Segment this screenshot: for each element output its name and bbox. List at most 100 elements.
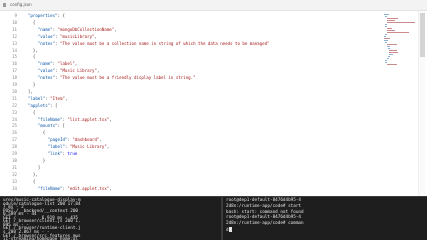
line-number: 11 (12, 26, 17, 32)
minimap-line (385, 34, 388, 35)
code-line[interactable]: 32 }, (0, 172, 380, 178)
line-number: 19 (12, 82, 17, 87)
code-line[interactable]: 27 "pageId": "dashboard", (0, 137, 380, 143)
code-line[interactable]: 16 "name": "label", (0, 61, 380, 67)
line-number: 14 (12, 47, 17, 53)
code-token: "dashboard" (72, 137, 100, 143)
terminal-pane-server-log[interactable]: ures/music-catalogue-display-m odule/cata… (0, 197, 221, 240)
code-line[interactable]: 17 "value": "Music Library", (0, 68, 380, 74)
code-token: , (99, 137, 102, 143)
code-line[interactable]: 15 { (0, 54, 380, 60)
minimap-line (384, 14, 390, 15)
minimap-line (385, 62, 388, 63)
code-text: "properties": { (23, 13, 65, 19)
code-text: { (23, 110, 35, 116)
code-line[interactable]: 21 "label": "Item", (0, 96, 380, 102)
code-line[interactable]: 26 { (0, 130, 380, 136)
code-token: }, (23, 47, 38, 53)
code-line[interactable]: 34 "fileName": "edit.applet.tsx", (0, 186, 380, 192)
minimap-line (385, 24, 388, 25)
code-token: "Music Library" (69, 144, 107, 150)
code-line[interactable]: 9 "properties": { (0, 13, 380, 19)
code-text: "value": "Music Library", (23, 68, 100, 74)
code-token: "value" (37, 68, 56, 74)
code-token: { (23, 54, 36, 60)
minimap-line (386, 44, 398, 45)
line-number: 34 (12, 185, 17, 191)
code-token: : [ (57, 123, 65, 129)
minimap-line (385, 16, 388, 17)
editor-scroll-thumb[interactable] (420, 13, 425, 57)
file-icon (3, 3, 6, 7)
code-line[interactable]: 30 } (0, 158, 380, 164)
code-text: "notes": "The value must be a friendly d… (23, 75, 196, 81)
code-token: "list.applet.tsx" (67, 116, 110, 122)
line-number: 20 (12, 88, 17, 94)
code-token: { (23, 109, 36, 115)
code-token: "notes" (37, 75, 56, 81)
line-number: 23 (12, 109, 17, 115)
minimap-line (384, 40, 389, 41)
code-line[interactable]: 13 "notes": "The value must be a collect… (0, 41, 380, 47)
terminal-line: 2d8n:/runtime-app/code# comman (226, 221, 304, 227)
code-line[interactable]: 10 { (0, 20, 380, 26)
code-line[interactable]: 28 "label": "Music Library", (0, 144, 380, 150)
code-text: "link": true (23, 151, 78, 157)
line-number: 30 (12, 157, 17, 163)
code-token: { (23, 19, 36, 25)
code-line[interactable]: 33 { (0, 179, 380, 185)
code-editor[interactable]: 9 "properties": {10 {11 "name": "mongoDb… (0, 11, 427, 196)
code-token: { (23, 178, 36, 184)
minimap[interactable] (383, 14, 415, 74)
minimap-line (386, 22, 415, 23)
code-line[interactable]: 20 ], (0, 89, 380, 95)
editor-tab-bar: config.json (0, 0, 427, 11)
code-token: "name" (37, 61, 53, 67)
code-line[interactable]: 12 "value": "musicLibrary", (0, 34, 380, 40)
line-number: 25 (12, 123, 17, 129)
code-token: : [ (50, 102, 58, 108)
code-token: "notes" (37, 40, 56, 46)
line-number: 18 (12, 75, 17, 81)
minimap-line (384, 38, 390, 39)
code-token: ], (23, 88, 33, 94)
code-line[interactable]: 18 "notes": "The value must be a friendl… (0, 75, 380, 81)
code-text: { (23, 20, 35, 26)
minimap-line (386, 32, 409, 33)
code-token: "mongoDbCollectionName" (57, 26, 115, 32)
editor-scrollbar[interactable] (418, 11, 425, 196)
code-token: "The value must be a friendly display la… (60, 75, 196, 81)
code-text: "notes": "The value must be a collection… (23, 41, 270, 47)
code-line[interactable]: 24 "fileName": "list.applet.tsx", (0, 117, 380, 123)
code-line[interactable]: 29 "link": true (0, 151, 380, 157)
code-line[interactable]: 19 } (0, 82, 380, 88)
minimap-line (386, 64, 398, 65)
code-token: } (23, 82, 36, 87)
code-token: , (96, 68, 100, 74)
code-line[interactable]: 14 }, (0, 48, 380, 54)
code-text: "applets": [ (23, 103, 58, 109)
code-token: "edit.applet.tsx" (67, 185, 110, 191)
line-number: 15 (12, 54, 17, 60)
code-text: "mounts": [ (23, 123, 65, 129)
code-token: ] (23, 164, 41, 170)
code-token: "label" (47, 144, 65, 150)
code-line[interactable]: 31 ] (0, 165, 380, 171)
code-token: "Item" (50, 95, 65, 101)
line-number: 10 (12, 19, 17, 25)
code-token: } (23, 157, 46, 163)
terminal-panel[interactable]: ures/music-catalogue-display-m odule/cata… (0, 196, 427, 240)
minimap-line (385, 60, 388, 61)
code-line[interactable]: 25 "mounts": [ (0, 123, 380, 129)
code-line[interactable]: 11 "name": "mongoDbCollectionName", (0, 27, 380, 33)
code-text: "fileName": "edit.applet.tsx", (23, 186, 112, 192)
code-line[interactable]: 22 "applets": [ (0, 103, 380, 109)
code-text: } (23, 82, 35, 88)
editor-tab-title[interactable]: config.json (10, 2, 32, 7)
minimap-line (386, 46, 391, 47)
code-line[interactable]: 23 { (0, 110, 380, 116)
terminal-pane-shell[interactable]: root@dep1-default-8476d4b95-4 2d8n:/runti… (223, 197, 427, 240)
